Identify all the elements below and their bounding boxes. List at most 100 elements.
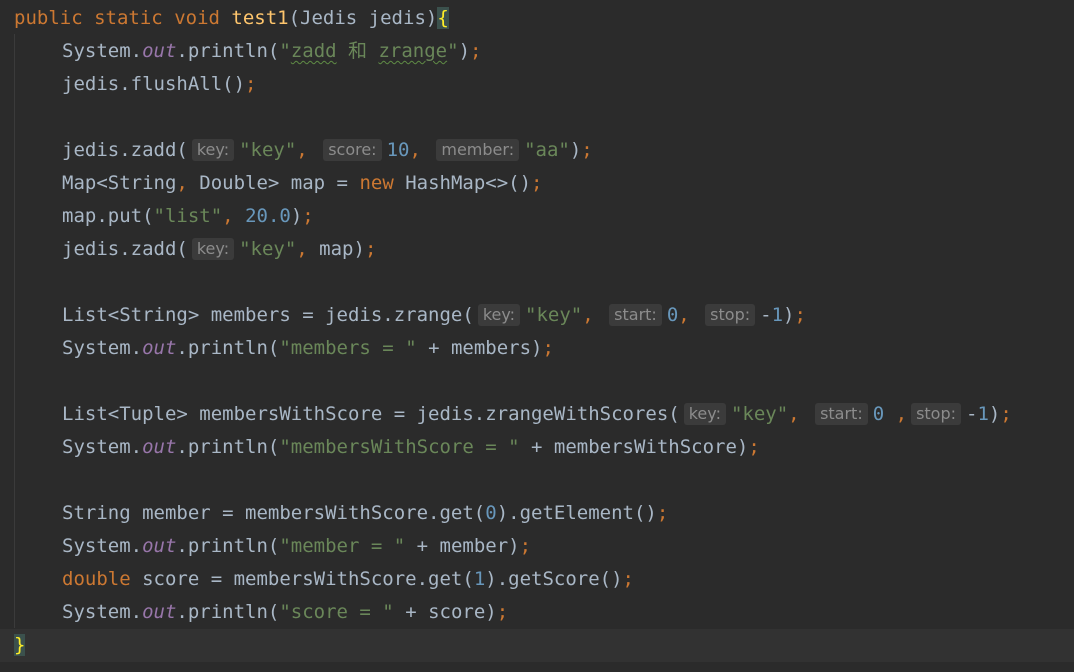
- parameter-hint: key:: [477, 304, 521, 326]
- code-token: "members = ": [279, 337, 417, 359]
- code-token: .println(: [176, 601, 280, 623]
- code-token: 0: [666, 304, 679, 326]
- code-token: 1: [473, 568, 486, 590]
- code-token: ,: [222, 205, 234, 227]
- code-token: ): [783, 304, 795, 326]
- code-line-19[interactable]: System.out.println("score = " + score);: [0, 596, 1074, 629]
- code-token: static: [94, 7, 163, 29]
- code-token: out: [142, 40, 177, 62]
- code-line-6[interactable]: Map<String, Double> map = new HashMap<>(…: [0, 167, 1074, 200]
- code-token: ;: [470, 40, 482, 62]
- code-line-1[interactable]: public static void test1(Jedis jedis){: [0, 2, 1074, 35]
- code-token: ,: [788, 403, 800, 425]
- code-token: ;: [794, 304, 806, 326]
- code-token: "list": [153, 205, 223, 227]
- code-token: HashMap<>(): [393, 172, 532, 194]
- code-token: ,: [176, 172, 188, 194]
- code-token: "key": [239, 139, 297, 161]
- code-line-13[interactable]: List<Tuple> membersWithScore = jedis.zra…: [0, 398, 1074, 431]
- code-token: "membersWithScore = ": [279, 436, 520, 458]
- code-token: test1: [231, 7, 289, 29]
- code-token: ;: [1000, 403, 1012, 425]
- parameter-hint: key:: [191, 238, 235, 260]
- code-token: System.: [62, 535, 143, 557]
- code-token: ,: [296, 139, 308, 161]
- code-token: ;: [519, 535, 532, 557]
- code-line-12[interactable]: [0, 365, 1074, 398]
- code-token: {: [437, 7, 449, 29]
- code-line-7[interactable]: map.put("list", 20.0);: [0, 200, 1074, 233]
- code-token: ;: [656, 502, 669, 524]
- code-line-20[interactable]: }: [0, 629, 1074, 662]
- code-token: out: [142, 337, 177, 359]
- code-line-2[interactable]: System.out.println("zadd 和 zrange");: [0, 35, 1074, 68]
- code-token: List<String> members = jedis.zrange(: [62, 304, 474, 326]
- code-token: + members): [416, 337, 543, 359]
- code-token: }: [14, 634, 26, 656]
- code-token: ): [458, 40, 471, 62]
- code-token: ): [569, 139, 582, 161]
- code-token: jedis.zadd(: [62, 238, 188, 260]
- code-token: new: [359, 172, 394, 194]
- code-token: double: [62, 568, 131, 590]
- code-token: public: [14, 7, 83, 29]
- code-line-5[interactable]: jedis.zadd(key: "key", score: 10, member: "…: [0, 134, 1074, 167]
- code-token: System.: [62, 601, 143, 623]
- code-token: 1: [771, 304, 784, 326]
- code-token: map.put(: [62, 205, 154, 227]
- code-token: ): [290, 205, 303, 227]
- code-token: 20.0: [245, 205, 291, 227]
- code-token: score = membersWithScore.get(: [130, 568, 474, 590]
- code-line-16[interactable]: String member = membersWithScore.get(0).…: [0, 497, 1074, 530]
- code-token: "key": [239, 238, 297, 260]
- code-token: Double> map =: [187, 172, 360, 194]
- code-editor[interactable]: public static void test1(Jedis jedis){Sy…: [0, 0, 1074, 672]
- code-line-11[interactable]: System.out.println("members = " + member…: [0, 332, 1074, 365]
- parameter-hint: key:: [191, 139, 235, 161]
- code-token: System.: [62, 337, 143, 359]
- code-token: out: [142, 436, 177, 458]
- code-line-15[interactable]: [0, 464, 1074, 497]
- code-line-9[interactable]: [0, 266, 1074, 299]
- code-token: ;: [542, 337, 554, 359]
- code-token: ;: [581, 139, 593, 161]
- code-token: 0: [485, 502, 497, 524]
- code-token: Map<String: [62, 172, 177, 194]
- code-token: ;: [748, 436, 760, 458]
- code-token: ,: [884, 403, 908, 425]
- code-line-3[interactable]: jedis.flushAll();: [0, 68, 1074, 101]
- code-token: ): [988, 403, 1001, 425]
- code-token: ,: [296, 238, 308, 260]
- code-token: System.: [62, 40, 143, 62]
- parameter-hint: score:: [323, 139, 382, 161]
- code-token: 10: [386, 139, 410, 161]
- code-token: .println(: [176, 535, 280, 557]
- code-line-4[interactable]: [0, 101, 1074, 134]
- code-token: + membersWithScore): [519, 436, 749, 458]
- code-token: .println(: [176, 337, 280, 359]
- code-token: "score = ": [279, 601, 394, 623]
- code-line-10[interactable]: List<String> members = jedis.zrange(key:…: [0, 299, 1074, 332]
- code-line-17[interactable]: System.out.println("member = " + member)…: [0, 530, 1074, 563]
- code-token: "key": [730, 403, 789, 425]
- code-line-8[interactable]: jedis.zadd(key: "key", map);: [0, 233, 1074, 266]
- code-token: jedis.zadd(: [62, 139, 188, 161]
- code-token: 0: [872, 403, 885, 425]
- code-token: out: [142, 601, 177, 623]
- code-token: + score): [393, 601, 497, 623]
- code-token: .println(: [176, 436, 280, 458]
- code-line-18[interactable]: double score = membersWithScore.get(1).g…: [0, 563, 1074, 596]
- code-token: ;: [496, 601, 509, 623]
- code-token: ;: [364, 238, 377, 260]
- code-line-14[interactable]: System.out.println("membersWithScore = "…: [0, 431, 1074, 464]
- code-token: map): [307, 238, 365, 260]
- parameter-hint: start:: [815, 403, 868, 425]
